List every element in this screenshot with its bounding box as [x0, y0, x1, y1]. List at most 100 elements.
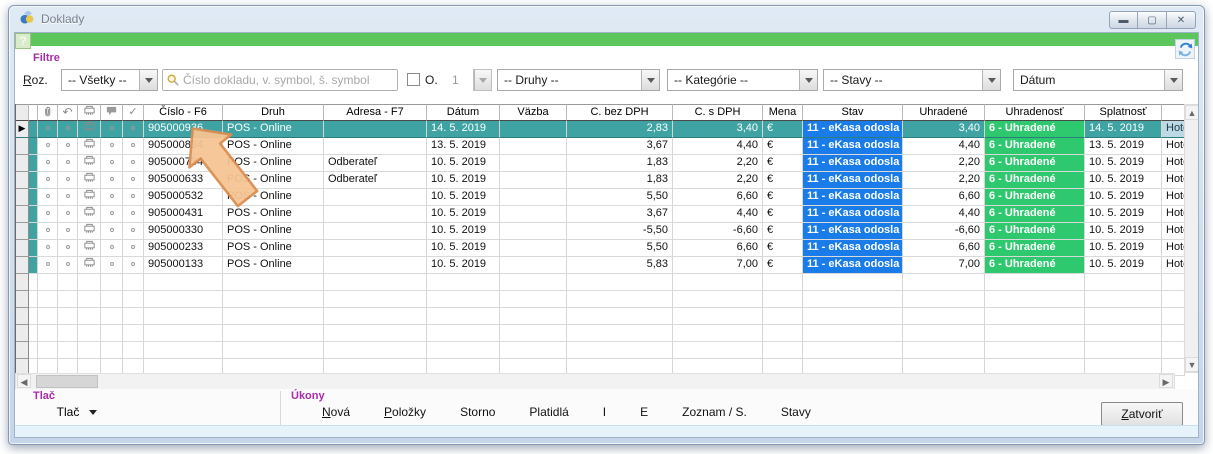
column-header-c_bez_dph[interactable]: C. bez DPH [567, 104, 673, 121]
action-button-storno[interactable]: Storno [443, 400, 512, 424]
cell-stav[interactable]: 11 - eKasa odosla [803, 223, 903, 240]
cell-datum[interactable]: 10. 5. 2019 [427, 155, 500, 172]
dot-icon[interactable] [123, 189, 144, 206]
action-button-platidl[interactable]: Platidlá [512, 400, 585, 424]
table-row[interactable]: 905000431POS - Online10. 5. 20193,674,40… [16, 206, 1199, 223]
cell-stav[interactable]: 11 - eKasa odosla [803, 257, 903, 274]
cell-splatnost[interactable]: 10. 5. 2019 [1085, 206, 1162, 223]
cell-splatnost[interactable]: 10. 5. 2019 [1085, 257, 1162, 274]
cell-uhradenost[interactable]: 6 - Uhradené [985, 121, 1085, 138]
chevron-down-icon[interactable] [1164, 70, 1182, 90]
cell-cislo[interactable]: 905000133 [144, 257, 223, 274]
close-window-button[interactable]: Zatvoriť [1101, 402, 1183, 426]
action-button-stavy[interactable]: Stavy [764, 400, 828, 424]
cell-extra[interactable]: Hoto [1162, 189, 1185, 206]
row-selector[interactable] [16, 206, 29, 223]
cell-adresa[interactable] [324, 223, 427, 240]
scroll-up-icon[interactable]: ▲ [1185, 105, 1199, 120]
dot-icon[interactable] [58, 172, 78, 189]
row-selector[interactable] [16, 223, 29, 240]
cell-mena[interactable]: € [763, 223, 803, 240]
dot-icon[interactable] [123, 121, 144, 138]
column-header-uhradene[interactable]: Uhradené [903, 104, 985, 121]
cell-adresa[interactable]: Odberateľ [324, 155, 427, 172]
cart-icon[interactable] [78, 172, 101, 189]
cart-icon[interactable] [78, 121, 101, 138]
kategorie-select[interactable]: -- Kategórie -- [667, 69, 818, 91]
cell-c_bez_dph[interactable]: 1,83 [567, 172, 673, 189]
dot-icon[interactable] [101, 240, 123, 257]
cell-stav[interactable]: 11 - eKasa odosla [803, 240, 903, 257]
cell-druh[interactable]: POS - Online [223, 240, 324, 257]
dot-icon[interactable] [58, 155, 78, 172]
row-flag-bar[interactable] [29, 138, 38, 155]
cart-icon[interactable] [78, 240, 101, 257]
comment-icon[interactable] [101, 104, 123, 121]
row-selector[interactable] [16, 172, 29, 189]
cell-c_bez_dph[interactable]: 5,50 [567, 189, 673, 206]
dot-icon[interactable] [101, 172, 123, 189]
chevron-down-icon[interactable] [641, 70, 659, 90]
cell-uhradene[interactable]: 2,20 [903, 172, 985, 189]
maximize-button[interactable]: ▢ [1138, 11, 1167, 29]
cell-splatnost[interactable]: 10. 5. 2019 [1085, 240, 1162, 257]
cell-vazba[interactable] [500, 257, 567, 274]
cell-druh[interactable]: POS - Online [223, 257, 324, 274]
cell-mena[interactable]: € [763, 138, 803, 155]
cell-vazba[interactable] [500, 240, 567, 257]
cell-stav[interactable]: 11 - eKasa odosla [803, 138, 903, 155]
close-icon[interactable]: ✕ [1167, 11, 1196, 29]
cell-c_bez_dph[interactable]: -5,50 [567, 223, 673, 240]
dot-icon[interactable] [58, 206, 78, 223]
dot-icon[interactable] [101, 138, 123, 155]
cell-druh[interactable]: POS - Online [223, 189, 324, 206]
action-button-i[interactable]: I [586, 400, 623, 424]
cell-adresa[interactable] [324, 240, 427, 257]
dot-icon[interactable] [38, 189, 58, 206]
cart-icon[interactable] [78, 104, 101, 121]
dot-icon[interactable] [38, 121, 58, 138]
row-flag-bar[interactable] [29, 257, 38, 274]
cell-datum[interactable]: 10. 5. 2019 [427, 240, 500, 257]
cell-adresa[interactable] [324, 189, 427, 206]
dot-icon[interactable] [123, 257, 144, 274]
cell-c_s_dph[interactable]: 2,20 [673, 155, 763, 172]
cell-splatnost[interactable]: 10. 5. 2019 [1085, 172, 1162, 189]
cell-vazba[interactable] [500, 206, 567, 223]
dot-icon[interactable] [38, 257, 58, 274]
cell-splatnost[interactable]: 10. 5. 2019 [1085, 189, 1162, 206]
column-header-stav[interactable]: Stav [803, 104, 903, 121]
cell-datum[interactable]: 14. 5. 2019 [427, 121, 500, 138]
cell-c_bez_dph[interactable]: 5,50 [567, 240, 673, 257]
rozsah-select[interactable]: -- Všetky -- [61, 69, 158, 91]
o-checkbox[interactable] [407, 73, 420, 86]
cart-icon[interactable] [78, 138, 101, 155]
cell-uhradenost[interactable]: 6 - Uhradené [985, 240, 1085, 257]
row-flag-bar[interactable] [29, 223, 38, 240]
cell-mena[interactable]: € [763, 257, 803, 274]
cell-uhradene[interactable]: 4,40 [903, 206, 985, 223]
cell-druh[interactable]: POS - Online [223, 138, 324, 155]
cell-uhradene[interactable]: 4,40 [903, 138, 985, 155]
check-icon[interactable]: ✓ [123, 104, 144, 121]
column-header-c_s_dph[interactable]: C. s DPH [673, 104, 763, 121]
cell-uhradene[interactable]: 6,60 [903, 189, 985, 206]
cell-mena[interactable]: € [763, 206, 803, 223]
cell-extra[interactable]: Hoto [1162, 172, 1185, 189]
hscroll-thumb[interactable] [36, 375, 98, 388]
chevron-down-icon[interactable] [799, 70, 817, 90]
dot-icon[interactable] [123, 138, 144, 155]
cell-cislo[interactable]: 905000233 [144, 240, 223, 257]
cell-cislo[interactable]: 905000532 [144, 189, 223, 206]
row-selector[interactable] [16, 138, 29, 155]
dot-icon[interactable] [58, 121, 78, 138]
table-row[interactable]: 905000834POS - Online13. 5. 20193,674,40… [16, 138, 1199, 155]
cell-mena[interactable]: € [763, 121, 803, 138]
cell-c_bez_dph[interactable]: 3,67 [567, 206, 673, 223]
dot-icon[interactable] [101, 121, 123, 138]
column-header-uhradenost[interactable]: Uhradenosť [985, 104, 1085, 121]
row-flag-bar[interactable] [29, 155, 38, 172]
cell-uhradenost[interactable]: 6 - Uhradené [985, 223, 1085, 240]
cell-c_s_dph[interactable]: -6,60 [673, 223, 763, 240]
cart-icon[interactable] [78, 223, 101, 240]
